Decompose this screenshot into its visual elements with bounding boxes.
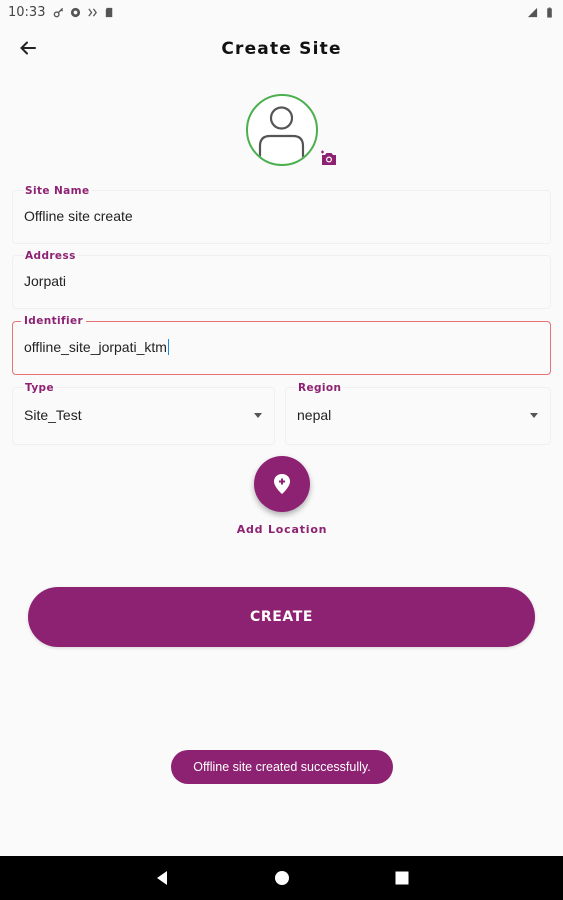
sync-icon [71, 7, 81, 17]
identifier-field[interactable]: Identifier offline_site_jorpati_ktm [12, 315, 551, 375]
camera-add-icon[interactable] [320, 150, 338, 166]
arrow-left-icon [20, 41, 36, 55]
app-bar: Create Site [0, 28, 563, 70]
site-name-value: Offline site create [24, 208, 133, 224]
type-chevron-down-icon [254, 413, 262, 418]
back-button[interactable] [14, 34, 42, 62]
toast-message: Offline site created successfully. [171, 750, 393, 784]
type-value: Site_Test [24, 407, 82, 423]
region-label: Region [297, 382, 343, 394]
identifier-value: offline_site_jorpati_ktm [24, 339, 170, 355]
identifier-text: offline_site_jorpati_ktm [24, 339, 167, 355]
wifi-icon [527, 7, 538, 17]
back-triangle-icon [156, 871, 167, 885]
region-dropdown[interactable]: Region nepal [285, 382, 551, 445]
status-bar: 10:33 [0, 0, 563, 24]
add-location-icon [274, 474, 290, 494]
network-icon [88, 7, 98, 17]
system-nav-bar [0, 856, 563, 900]
type-label: Type [24, 382, 55, 394]
nav-back-button[interactable] [154, 870, 170, 886]
address-label: Address [24, 250, 77, 262]
identifier-label: Identifier [21, 315, 87, 327]
add-location-label: Add Location [236, 523, 328, 536]
avatar[interactable] [246, 94, 318, 166]
person-icon [258, 106, 305, 162]
create-button[interactable]: CREATE [28, 587, 535, 647]
site-name-field[interactable]: Site Name Offline site create [12, 185, 551, 244]
nav-home-button[interactable] [274, 870, 290, 886]
address-value: Jorpati [24, 273, 67, 289]
site-name-label: Site Name [24, 185, 91, 197]
recents-square-icon [395, 871, 408, 885]
avatar-picker[interactable] [246, 94, 346, 174]
page-title: Create Site [221, 39, 342, 59]
address-field[interactable]: Address Jorpati [12, 250, 551, 309]
key-icon [54, 7, 64, 17]
status-time: 10:33 [8, 4, 46, 20]
region-chevron-down-icon [530, 413, 538, 418]
type-dropdown[interactable]: Type Site_Test [12, 382, 275, 445]
add-location-button[interactable] [254, 456, 310, 512]
status-icons-left [53, 7, 115, 18]
battery-icon [547, 6, 552, 18]
create-site-screen: 10:33 Create Site Site Name Offline site… [0, 0, 563, 900]
nav-recents-button[interactable] [394, 870, 410, 886]
home-circle-icon [274, 871, 289, 885]
status-icons-right [527, 6, 555, 18]
sd-card-icon [106, 7, 113, 17]
region-value: nepal [297, 407, 332, 423]
text-caret [167, 339, 170, 355]
